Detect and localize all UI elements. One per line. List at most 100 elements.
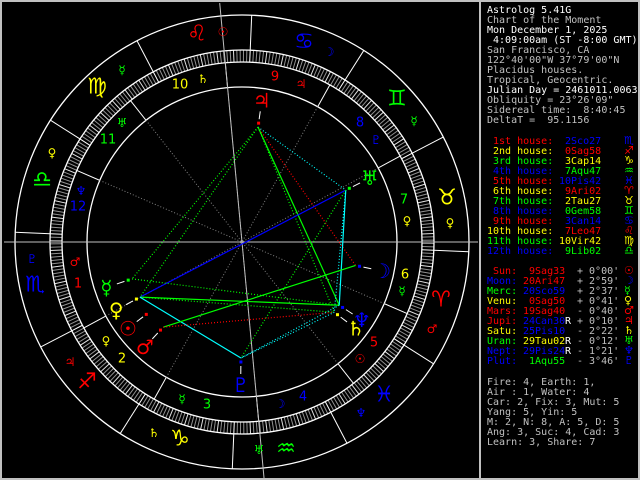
panel-divider [479, 2, 481, 478]
degree-tick [196, 416, 201, 429]
degree-tick [209, 52, 213, 65]
degree-tick [119, 93, 128, 104]
degree-tick [186, 57, 192, 70]
degree-tick [421, 249, 434, 251]
degree-tick [353, 382, 363, 393]
degree-tick [412, 180, 425, 186]
planet-connector [258, 111, 261, 120]
degree-tick [50, 229, 63, 232]
degree-tick [363, 99, 372, 110]
degree-tick [232, 50, 235, 63]
degree-tick [226, 50, 229, 63]
house-cusp-dotted [145, 119, 243, 243]
degree-tick [301, 411, 307, 424]
retrograde-flag: R [565, 346, 572, 357]
degree-tick [177, 411, 183, 424]
degree-tick [413, 295, 426, 301]
zodiac-sign-icon: ♒ [276, 437, 296, 462]
degree-tick [258, 50, 261, 63]
degree-tick [286, 55, 291, 68]
planet-point [358, 264, 362, 268]
sign-ruler-icon: ♅ [254, 443, 265, 457]
degree-tick [216, 51, 219, 64]
degree-tick [421, 222, 434, 226]
degree-tick [414, 292, 427, 297]
degree-tick [382, 121, 393, 131]
degree-tick [414, 186, 427, 192]
degree-tick [393, 138, 405, 146]
degree-tick [419, 271, 432, 275]
degree-tick [93, 119, 104, 129]
degree-tick [370, 367, 380, 377]
degree-tick [50, 255, 63, 258]
house-ruler-icon: ♃ [296, 77, 307, 91]
degree-tick [79, 138, 91, 146]
planet-point [126, 278, 130, 282]
sign-ruler-icon: ☉ [218, 25, 229, 39]
degree-tick [289, 415, 294, 428]
house-ruler-icon: ♄ [198, 72, 209, 86]
degree-tick [109, 372, 119, 382]
header-line: DeltaT = 95.1156 [487, 115, 590, 126]
degree-tick [55, 193, 68, 198]
house-cusp-line [130, 100, 147, 121]
degree-tick [264, 51, 268, 64]
house-cusp-line [153, 377, 167, 400]
sign-boundary [403, 344, 434, 365]
aspect-line [131, 126, 259, 280]
house-ruler-icon: ♀ [403, 214, 412, 228]
house-cusp-line [337, 363, 354, 384]
house-ruler-icon: ☽ [275, 397, 286, 411]
degree-tick [384, 351, 395, 360]
degree-tick [50, 226, 63, 229]
degree-tick [51, 262, 64, 265]
house-cusp-line [76, 169, 100, 181]
degree-tick [345, 85, 354, 96]
house-label: 12th house: [487, 246, 554, 257]
degree-tick [372, 365, 382, 375]
degree-tick [289, 56, 294, 69]
degree-tick [116, 95, 126, 106]
degree-tick [119, 380, 129, 391]
degree-tick [132, 390, 141, 401]
degree-tick [102, 109, 112, 119]
house-cusp-dotted [165, 241, 243, 378]
degree-tick [411, 177, 424, 183]
degree-tick [360, 97, 370, 108]
degree-tick [361, 376, 370, 387]
degree-tick [376, 114, 387, 123]
degree-tick [351, 384, 360, 395]
degree-tick [56, 190, 69, 195]
degree-tick [292, 57, 297, 70]
degree-tick [59, 298, 72, 304]
zodiac-sign-icon: ♊ [387, 87, 407, 112]
degree-tick [87, 127, 98, 136]
degree-tick [376, 360, 387, 370]
degree-tick [91, 122, 102, 131]
sign-boundary [119, 403, 140, 434]
astrolog-window: ♈ ♂ ♉ ♀ ♊ ☿ ♋ ☽ ♌ ☉ ♍ ☿ ♎ ♀ ♏ ♇ ♐ ♃ ♑ ♄ ♒ ♅ ♓ ♆ 1 ♂ 2 ♀ 3 ☿ 4 ☽ 5 ☉ 6 ☿ 7 ♀ 8 ♇… [0, 0, 640, 480]
degree-tick [83, 343, 95, 352]
degree-tick [135, 81, 143, 93]
planet-point [341, 305, 345, 309]
degree-tick [277, 418, 281, 431]
sign-ruler-icon: ♀ [48, 146, 57, 160]
degree-tick [348, 87, 357, 98]
degree-tick [52, 213, 65, 217]
degree-tick [219, 420, 223, 433]
degree-tick [356, 380, 365, 391]
degree-tick [380, 119, 391, 128]
degree-tick [418, 206, 431, 210]
degree-tick [268, 419, 272, 432]
degree-tick [177, 60, 183, 73]
house-cusp-dotted [241, 241, 385, 305]
degree-tick [343, 389, 352, 401]
degree-tick [50, 249, 63, 252]
degree-tick [127, 87, 136, 98]
degree-tick [374, 363, 385, 372]
element-summary-line: Learn: 3, Share: 7 [487, 437, 596, 448]
degree-tick [416, 283, 429, 288]
degree-tick [104, 367, 115, 378]
house-number: 12 [70, 200, 87, 215]
planet-glyph-icon: ♂ [136, 335, 154, 359]
